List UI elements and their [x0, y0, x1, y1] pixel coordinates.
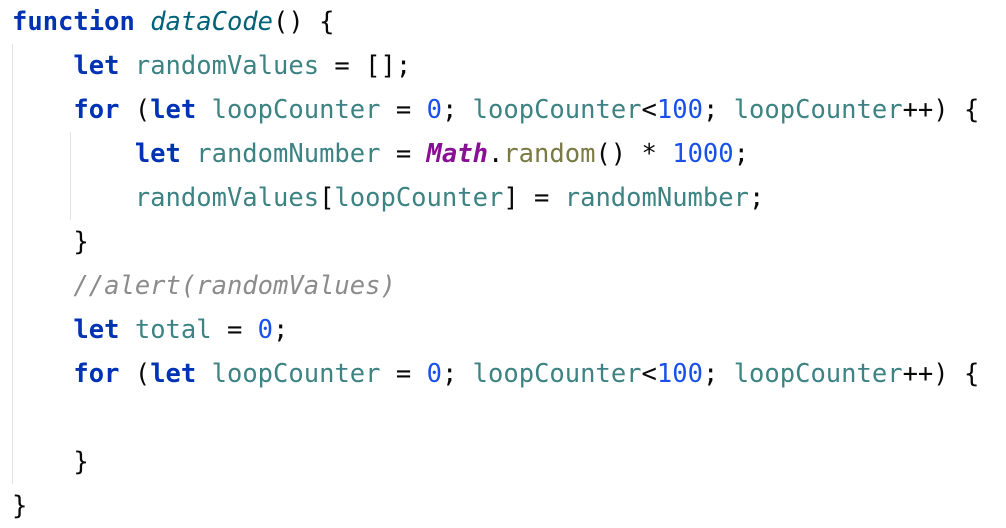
- code-line-5[interactable]: randomValues[loopCounter] = randomNumber…: [12, 176, 765, 220]
- variable-loopCounter: loopCounter: [472, 95, 642, 125]
- punctuation: [: [319, 183, 335, 213]
- variable-randomNumber: randomNumber: [196, 139, 381, 169]
- punctuation: ++) {: [902, 359, 980, 389]
- punctuation: =: [211, 315, 258, 345]
- number-literal: 0: [257, 315, 274, 345]
- closing-brace: }: [73, 227, 89, 257]
- variable-loopCounter: loopCounter: [334, 183, 504, 213]
- punctuation: =: [380, 95, 427, 125]
- punctuation: =: [380, 139, 427, 169]
- punctuation: ;: [702, 95, 734, 125]
- number-literal: 100: [656, 95, 703, 125]
- keyword-let: let: [73, 51, 120, 81]
- punctuation: .: [487, 139, 504, 169]
- punctuation: ;: [702, 359, 734, 389]
- number-literal: 1000: [672, 139, 734, 169]
- code-line-6[interactable]: }: [12, 220, 89, 264]
- punctuation: ;: [441, 95, 473, 125]
- keyword-function: function: [12, 7, 135, 37]
- variable-loopCounter: loopCounter: [211, 95, 381, 125]
- code-line-3[interactable]: for (let loopCounter = 0; loopCounter<10…: [12, 88, 979, 132]
- keyword-let: let: [150, 95, 197, 125]
- keyword-for: for: [73, 95, 120, 125]
- method-random: random: [503, 139, 596, 169]
- variable-randomValues: randomValues: [134, 51, 320, 81]
- code-line-4[interactable]: let randomNumber = Math.random() * 1000;: [12, 132, 749, 176]
- code-editor[interactable]: function dataCode() { let randomValues =…: [0, 0, 1006, 528]
- variable-loopCounter: loopCounter: [211, 359, 381, 389]
- punctuation: () *: [595, 139, 673, 169]
- class-math: Math: [426, 139, 488, 169]
- punctuation: ;: [733, 139, 749, 169]
- punctuation: ++) {: [902, 95, 980, 125]
- code-line-12[interactable]: }: [12, 484, 27, 528]
- punctuation: <: [641, 359, 657, 389]
- number-literal: 0: [426, 95, 442, 125]
- punctuation: =: [380, 359, 427, 389]
- code-line-7[interactable]: //alert(randomValues): [12, 264, 396, 308]
- punctuation: = [];: [319, 51, 412, 81]
- closing-brace: }: [73, 447, 89, 477]
- code-line-8[interactable]: let total = 0;: [12, 308, 288, 352]
- code-line-2[interactable]: let randomValues = [];: [12, 44, 411, 88]
- code-line-11[interactable]: }: [12, 440, 89, 484]
- number-literal: 100: [656, 359, 703, 389]
- keyword-let: let: [73, 315, 120, 345]
- code-line-9[interactable]: for (let loopCounter = 0; loopCounter<10…: [12, 352, 979, 396]
- punctuation: (: [119, 95, 151, 125]
- comment: //alert(randomValues): [73, 271, 396, 301]
- code-line-1[interactable]: function dataCode() {: [12, 0, 334, 44]
- variable-randomNumber: randomNumber: [564, 183, 749, 213]
- keyword-let: let: [134, 139, 181, 169]
- punctuation: <: [641, 95, 657, 125]
- punctuation: ;: [441, 359, 473, 389]
- function-name: dataCode: [150, 7, 274, 37]
- keyword-let: let: [150, 359, 197, 389]
- punctuation: ] =: [503, 183, 565, 213]
- number-literal: 0: [426, 359, 442, 389]
- variable-loopCounter: loopCounter: [733, 359, 903, 389]
- punctuation: (: [119, 359, 151, 389]
- variable-randomValues: randomValues: [134, 183, 320, 213]
- punctuation: () {: [273, 7, 335, 37]
- variable-loopCounter: loopCounter: [472, 359, 642, 389]
- variable-loopCounter: loopCounter: [733, 95, 903, 125]
- punctuation: ;: [273, 315, 289, 345]
- punctuation: ;: [748, 183, 765, 213]
- closing-brace: }: [12, 491, 28, 521]
- keyword-for: for: [73, 359, 120, 389]
- variable-total: total: [134, 315, 212, 345]
